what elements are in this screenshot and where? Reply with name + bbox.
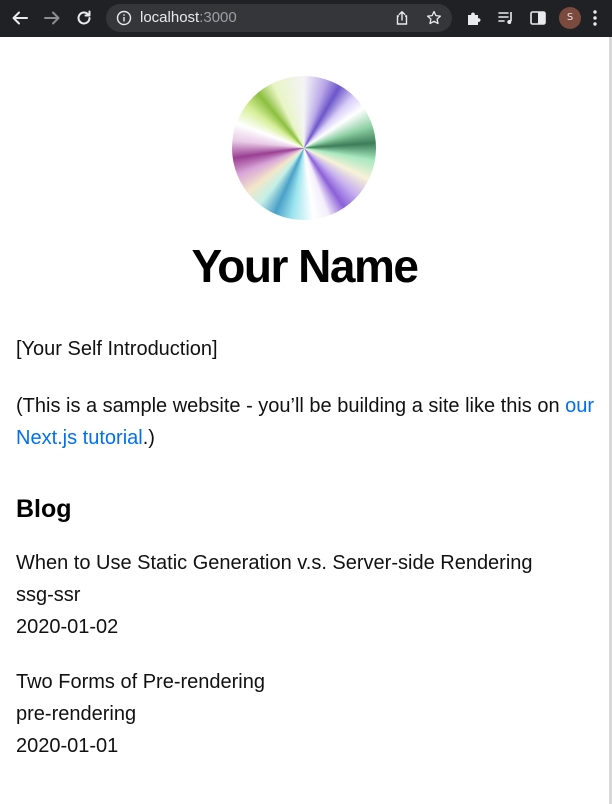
post-title[interactable]: When to Use Static Generation v.s. Serve… bbox=[16, 547, 533, 579]
post-id: pre-rendering bbox=[16, 703, 137, 725]
url-text[interactable]: localhost:3000 bbox=[140, 10, 237, 26]
info-icon[interactable] bbox=[116, 10, 132, 26]
profile-avatar[interactable]: S bbox=[559, 7, 581, 29]
browser-toolbar: localhost:3000 S bbox=[0, 0, 612, 37]
post-title[interactable]: Two Forms of Pre-rendering bbox=[16, 666, 265, 698]
star-icon[interactable] bbox=[426, 10, 442, 26]
kebab-menu-icon[interactable] bbox=[592, 9, 598, 27]
profile-image bbox=[232, 76, 376, 220]
post-date: 2020-01-01 bbox=[16, 735, 119, 757]
sample-notice: (This is a sample website - you’ll be bu… bbox=[16, 390, 606, 454]
post-id: ssg-ssr bbox=[16, 584, 81, 606]
sample-notice-suffix: .) bbox=[142, 427, 155, 449]
back-arrow-icon[interactable] bbox=[8, 6, 32, 30]
url-host: localhost bbox=[140, 9, 200, 26]
blog-post: When to Use Static Generation v.s. Serve… bbox=[16, 547, 533, 643]
blog-heading: Blog bbox=[16, 495, 72, 523]
side-panel-icon[interactable] bbox=[529, 9, 547, 27]
blog-post: Two Forms of Pre-rendering pre-rendering… bbox=[16, 666, 265, 762]
page-content: Your Name [Your Self Introduction] (This… bbox=[0, 37, 609, 804]
share-icon[interactable] bbox=[394, 10, 410, 26]
media-control-icon[interactable] bbox=[497, 9, 515, 27]
self-introduction: [Your Self Introduction] bbox=[16, 338, 218, 360]
address-bar[interactable]: localhost:3000 bbox=[106, 4, 452, 32]
url-port: :3000 bbox=[199, 9, 237, 26]
post-date: 2020-01-02 bbox=[16, 616, 119, 638]
extensions-icon[interactable] bbox=[465, 9, 483, 27]
sample-notice-prefix: (This is a sample website - you’ll be bu… bbox=[16, 395, 566, 417]
reload-icon[interactable] bbox=[72, 6, 96, 30]
profile-name: Your Name bbox=[191, 240, 419, 292]
forward-arrow-icon[interactable] bbox=[40, 6, 64, 30]
